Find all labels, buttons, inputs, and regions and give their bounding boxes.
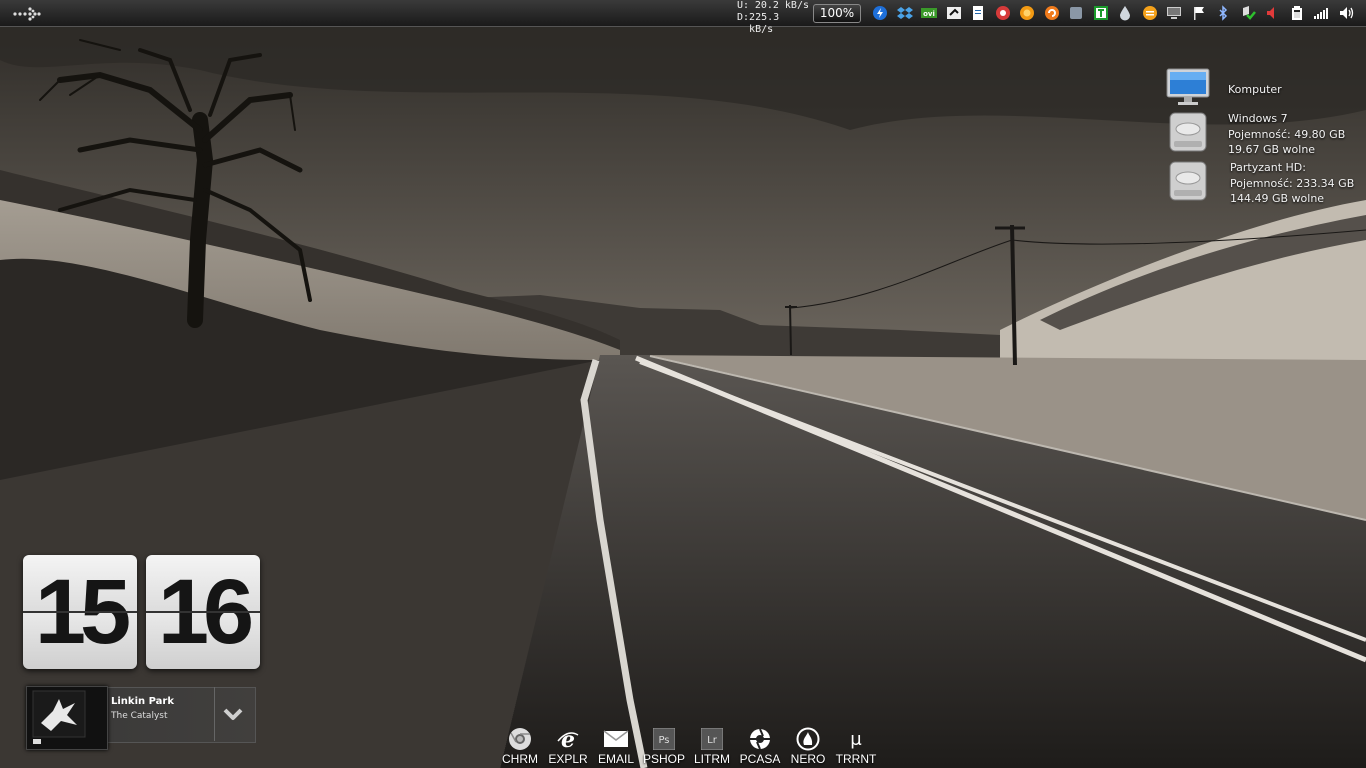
drive-free: 144.49 GB wolne <box>1230 192 1325 205</box>
dock-item-photoshop[interactable]: Ps PSHOP <box>640 726 688 768</box>
email-icon <box>603 726 629 752</box>
monitor-icon <box>1166 68 1210 105</box>
green-t-icon[interactable] <box>1089 3 1114 23</box>
utorrent-icon: μ <box>843 726 869 752</box>
drive-capacity: Pojemność: 233.34 GB <box>1230 176 1355 190</box>
orange-sync-icon[interactable] <box>1040 3 1065 23</box>
photoshop-icon: Ps <box>651 726 677 752</box>
flip-divider <box>146 611 260 613</box>
dock-label: PSHOP <box>642 752 685 766</box>
ovi-icon[interactable]: ovi <box>917 3 942 23</box>
orange-bar-icon[interactable] <box>1138 3 1163 23</box>
dock-item-lightroom[interactable]: Lr LITRM <box>688 726 736 768</box>
drop-icon[interactable] <box>1113 3 1138 23</box>
music-divider <box>214 687 215 741</box>
drive-free: 19.67 GB wolne <box>1228 143 1316 156</box>
svg-text:μ: μ <box>850 729 862 750</box>
picasa-icon <box>747 726 773 752</box>
dock-label: TRRNT <box>835 752 877 766</box>
battery-icon[interactable] <box>1285 3 1310 23</box>
internet-explorer-icon: e <box>555 726 581 752</box>
lightroom-icon: Lr <box>699 726 725 752</box>
hard-drive-icon <box>1169 112 1207 152</box>
album-art[interactable] <box>26 686 108 750</box>
clock-hours: 15 <box>23 555 137 669</box>
launcher-dock: CHRM e EXPLR EMAIL Ps PSHOP Lr LITRM PCA… <box>496 726 880 768</box>
orange-app-icon[interactable] <box>1015 3 1040 23</box>
clock-minutes: 16 <box>146 555 260 669</box>
red-app-icon[interactable] <box>991 3 1016 23</box>
svg-text:Ps: Ps <box>658 735 669 746</box>
upload-label: U: <box>737 0 750 11</box>
monitor-icon[interactable] <box>1162 3 1187 23</box>
flag-icon[interactable] <box>1187 3 1212 23</box>
flip-divider <box>23 611 137 613</box>
music-player-widget: Linkin Park The Catalyst <box>24 686 256 752</box>
svg-text:Lr: Lr <box>707 735 718 746</box>
system-tray: ovi <box>868 3 1358 23</box>
flashget-icon[interactable] <box>868 3 893 23</box>
zoom-level[interactable]: 100% <box>813 4 861 23</box>
dock-item-chrome[interactable]: CHRM <box>496 726 544 768</box>
dock-label: CHRM <box>502 752 538 766</box>
document-icon[interactable] <box>966 3 991 23</box>
hard-drive-icon <box>1169 161 1207 201</box>
volume-icon[interactable] <box>1334 3 1359 23</box>
dock-label: LITRM <box>694 752 730 766</box>
drive-name: Windows 7 <box>1228 112 1288 125</box>
upload-speed: 20.2 kB/s <box>754 0 809 11</box>
network-speed-meter: U: 20.2 kB/s D: 225.3 kB/s <box>737 0 809 35</box>
dock-item-nero[interactable]: NERO <box>784 726 832 768</box>
artist-name: Linkin Park <box>111 696 174 707</box>
dock-label: EXPLR <box>548 752 588 766</box>
signal-icon[interactable] <box>1309 3 1334 23</box>
chrome-icon <box>507 726 533 752</box>
dock-label: NERO <box>790 752 826 766</box>
red-speaker-icon[interactable] <box>1260 3 1285 23</box>
download-speed: 225.3 kB/s <box>749 12 780 35</box>
grey-app-icon[interactable] <box>1064 3 1089 23</box>
nero-icon <box>795 726 821 752</box>
svg-text:e: e <box>561 727 575 751</box>
dropbox-icon[interactable] <box>893 3 918 23</box>
track-title: The Catalyst <box>111 711 168 721</box>
chevron-down-icon[interactable] <box>221 704 245 724</box>
album-cover-icon <box>27 687 107 749</box>
start-menu-arrow-icon[interactable] <box>12 4 44 24</box>
dock-label: EMAIL <box>597 752 634 766</box>
logitech-icon[interactable] <box>942 3 967 23</box>
dock-item-email[interactable]: EMAIL <box>592 726 640 768</box>
dock-item-picasa[interactable]: PCASA <box>736 726 784 768</box>
drive-capacity: Pojemność: 49.80 GB <box>1228 127 1346 141</box>
shield-check-icon[interactable] <box>1236 3 1261 23</box>
download-label: D: <box>737 12 750 23</box>
dock-item-utorrent[interactable]: μ TRRNT <box>832 726 880 768</box>
dock-label: PCASA <box>739 752 781 766</box>
dock-item-explorer[interactable]: e EXPLR <box>544 726 592 768</box>
top-bar: U: 20.2 kB/s D: 225.3 kB/s 100% ovi <box>0 0 1366 35</box>
computer-label: Komputer <box>1228 83 1282 96</box>
svg-text:ovi: ovi <box>923 10 935 18</box>
drive-name: Partyzant HD: <box>1230 161 1306 174</box>
bluetooth-icon[interactable] <box>1211 3 1236 23</box>
